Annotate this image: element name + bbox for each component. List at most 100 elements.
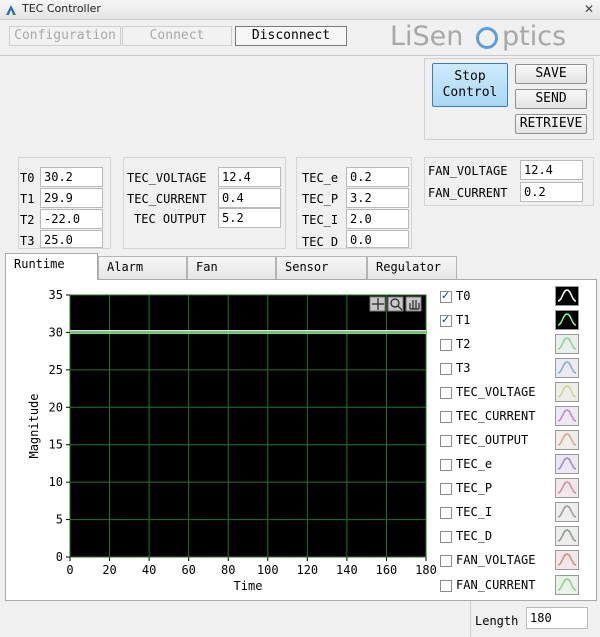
legend-checkbox[interactable] bbox=[440, 507, 452, 519]
length-field[interactable]: 180 bbox=[526, 607, 588, 629]
legend-label: FAN_CURRENT bbox=[456, 578, 536, 592]
legend-label: FAN_VOLTAGE bbox=[456, 553, 536, 567]
x-tick-label: 180 bbox=[415, 563, 436, 577]
legend-swatch-icon[interactable] bbox=[555, 286, 579, 306]
send-button[interactable]: SEND bbox=[515, 89, 587, 109]
y-tick-label: 30 bbox=[49, 325, 63, 339]
legend-label: TEC_CURRENT bbox=[456, 409, 536, 423]
tec-e-field[interactable]: 0.2 bbox=[346, 167, 409, 187]
tab-alarm[interactable]: Alarm bbox=[98, 256, 187, 280]
configuration-button[interactable]: Configuration bbox=[9, 26, 121, 46]
legend-swatch-icon[interactable] bbox=[555, 358, 579, 378]
tec-e-label: TEC_e bbox=[302, 171, 339, 185]
fan-voltage-field[interactable]: 12.4 bbox=[520, 160, 583, 180]
x-tick-label: 0 bbox=[66, 563, 73, 577]
tab-runtime[interactable]: Runtime bbox=[5, 253, 98, 280]
t1-field[interactable]: 29.9 bbox=[40, 188, 103, 208]
legend-swatch-icon[interactable] bbox=[555, 430, 579, 450]
retrieve-button[interactable]: RETRIEVE bbox=[515, 114, 587, 134]
legend-checkbox[interactable] bbox=[440, 531, 452, 543]
legend-checkbox[interactable] bbox=[440, 580, 452, 592]
x-tick-label: 100 bbox=[257, 563, 279, 577]
legend-checkbox[interactable] bbox=[440, 483, 452, 495]
runtime-chart: 0 20 40 60 80 100 120 140 160 180 0 5 10 15 20 25 30 35 Ti… bbox=[27, 288, 436, 593]
legend-checkbox[interactable] bbox=[440, 459, 452, 471]
legend-checkbox[interactable] bbox=[440, 313, 452, 327]
legend-checkbox[interactable] bbox=[440, 339, 452, 351]
legend-label: TEC_D bbox=[456, 529, 493, 543]
legend-swatch-icon[interactable] bbox=[555, 526, 579, 546]
x-tick-label: 140 bbox=[336, 563, 358, 577]
tec-d-field[interactable]: 0.0 bbox=[346, 230, 409, 248]
legend-label: T2 bbox=[456, 337, 471, 351]
legend-checkbox[interactable] bbox=[440, 363, 452, 375]
x-tick-label: 40 bbox=[142, 563, 156, 577]
t1-label: T1 bbox=[20, 192, 35, 206]
plot-area bbox=[69, 294, 427, 558]
tec-voltage-label: TEC_VOLTAGE bbox=[127, 171, 207, 185]
y-tick-label: 15 bbox=[49, 438, 63, 452]
legend-label: T1 bbox=[456, 313, 471, 327]
tec-current-label: TEC_CURRENT bbox=[127, 192, 207, 206]
legend-swatch-icon[interactable] bbox=[555, 406, 579, 426]
x-tick-label: 120 bbox=[296, 563, 318, 577]
close-icon[interactable]: ✕ bbox=[584, 2, 594, 16]
y-tick-label: 20 bbox=[49, 400, 63, 414]
legend-checkbox[interactable] bbox=[440, 555, 452, 567]
connect-button[interactable]: Connect bbox=[122, 26, 232, 46]
save-button[interactable]: SAVE bbox=[515, 64, 587, 84]
legend-swatch-icon[interactable] bbox=[555, 334, 579, 354]
legend-checkbox[interactable] bbox=[440, 411, 452, 423]
legend-label: TEC_OUTPUT bbox=[456, 433, 529, 447]
legend-label: TEC_e bbox=[456, 457, 493, 471]
t2-field[interactable]: -22.0 bbox=[40, 209, 103, 229]
legend-swatch-icon[interactable] bbox=[555, 310, 579, 330]
tab-sensor[interactable]: Sensor bbox=[276, 256, 367, 280]
tab-regulator[interactable]: Regulator bbox=[367, 256, 457, 280]
legend-swatch-icon[interactable] bbox=[555, 478, 579, 498]
disconnect-button[interactable]: Disconnect bbox=[235, 26, 347, 46]
logo-text-left: LiSen bbox=[390, 21, 464, 52]
legend-label: TEC_VOLTAGE bbox=[456, 385, 536, 399]
y-tick-label: 10 bbox=[49, 475, 63, 489]
legend-swatch-icon[interactable] bbox=[555, 575, 579, 595]
y-tick-label: 25 bbox=[49, 363, 63, 377]
window-title: TEC Controller bbox=[22, 2, 101, 15]
legend-label: T0 bbox=[456, 289, 471, 303]
t0-field[interactable]: 30.2 bbox=[40, 167, 103, 187]
fan-current-field[interactable]: 0.2 bbox=[520, 182, 583, 202]
x-tick-label: 20 bbox=[102, 563, 116, 577]
tec-p-field[interactable]: 3.2 bbox=[346, 188, 409, 208]
logo-o-icon bbox=[476, 27, 498, 49]
t3-field[interactable]: 25.0 bbox=[40, 230, 103, 248]
logo-text-right: ptics bbox=[502, 21, 567, 52]
legend-checkbox[interactable] bbox=[440, 387, 452, 399]
tec-i-field[interactable]: 2.0 bbox=[346, 209, 409, 229]
tec-d-label: TEC D bbox=[302, 235, 339, 249]
y-axis-label: Magnitude bbox=[27, 393, 41, 458]
stop-control-button[interactable]: Stop Control bbox=[432, 63, 508, 107]
tec-voltage-field[interactable]: 12.4 bbox=[218, 167, 281, 187]
tec-output-label: TEC OUTPUT bbox=[134, 212, 207, 226]
x-tick-label: 60 bbox=[181, 563, 195, 577]
legend-swatch-icon[interactable] bbox=[555, 502, 579, 522]
legend-swatch-icon[interactable] bbox=[555, 550, 579, 570]
tec-output-field[interactable]: 5.2 bbox=[218, 208, 281, 228]
y-tick-label: 0 bbox=[56, 550, 63, 564]
legend-label: TEC_P bbox=[456, 481, 493, 495]
y-tick-label: 35 bbox=[49, 288, 63, 302]
legend-label: T3 bbox=[456, 361, 471, 375]
stop-control-line2: Control bbox=[442, 85, 498, 100]
legend-checkbox[interactable] bbox=[440, 435, 452, 447]
legend-label: TEC_I bbox=[456, 505, 493, 519]
x-axis-label: Time bbox=[234, 579, 263, 593]
legend-checkbox[interactable] bbox=[440, 289, 452, 303]
connection-toolbar: Configuration Connect Disconnect LiSen p… bbox=[0, 20, 600, 56]
tec-current-field[interactable]: 0.4 bbox=[218, 188, 281, 208]
legend-swatch-icon[interactable] bbox=[555, 382, 579, 402]
lisen-optics-logo: LiSen ptics bbox=[390, 21, 590, 54]
fan-voltage-label: FAN_VOLTAGE bbox=[428, 164, 508, 178]
legend-swatch-icon[interactable] bbox=[555, 454, 579, 474]
tec-i-label: TEC_I bbox=[302, 213, 339, 227]
tab-fan[interactable]: Fan bbox=[187, 256, 276, 280]
